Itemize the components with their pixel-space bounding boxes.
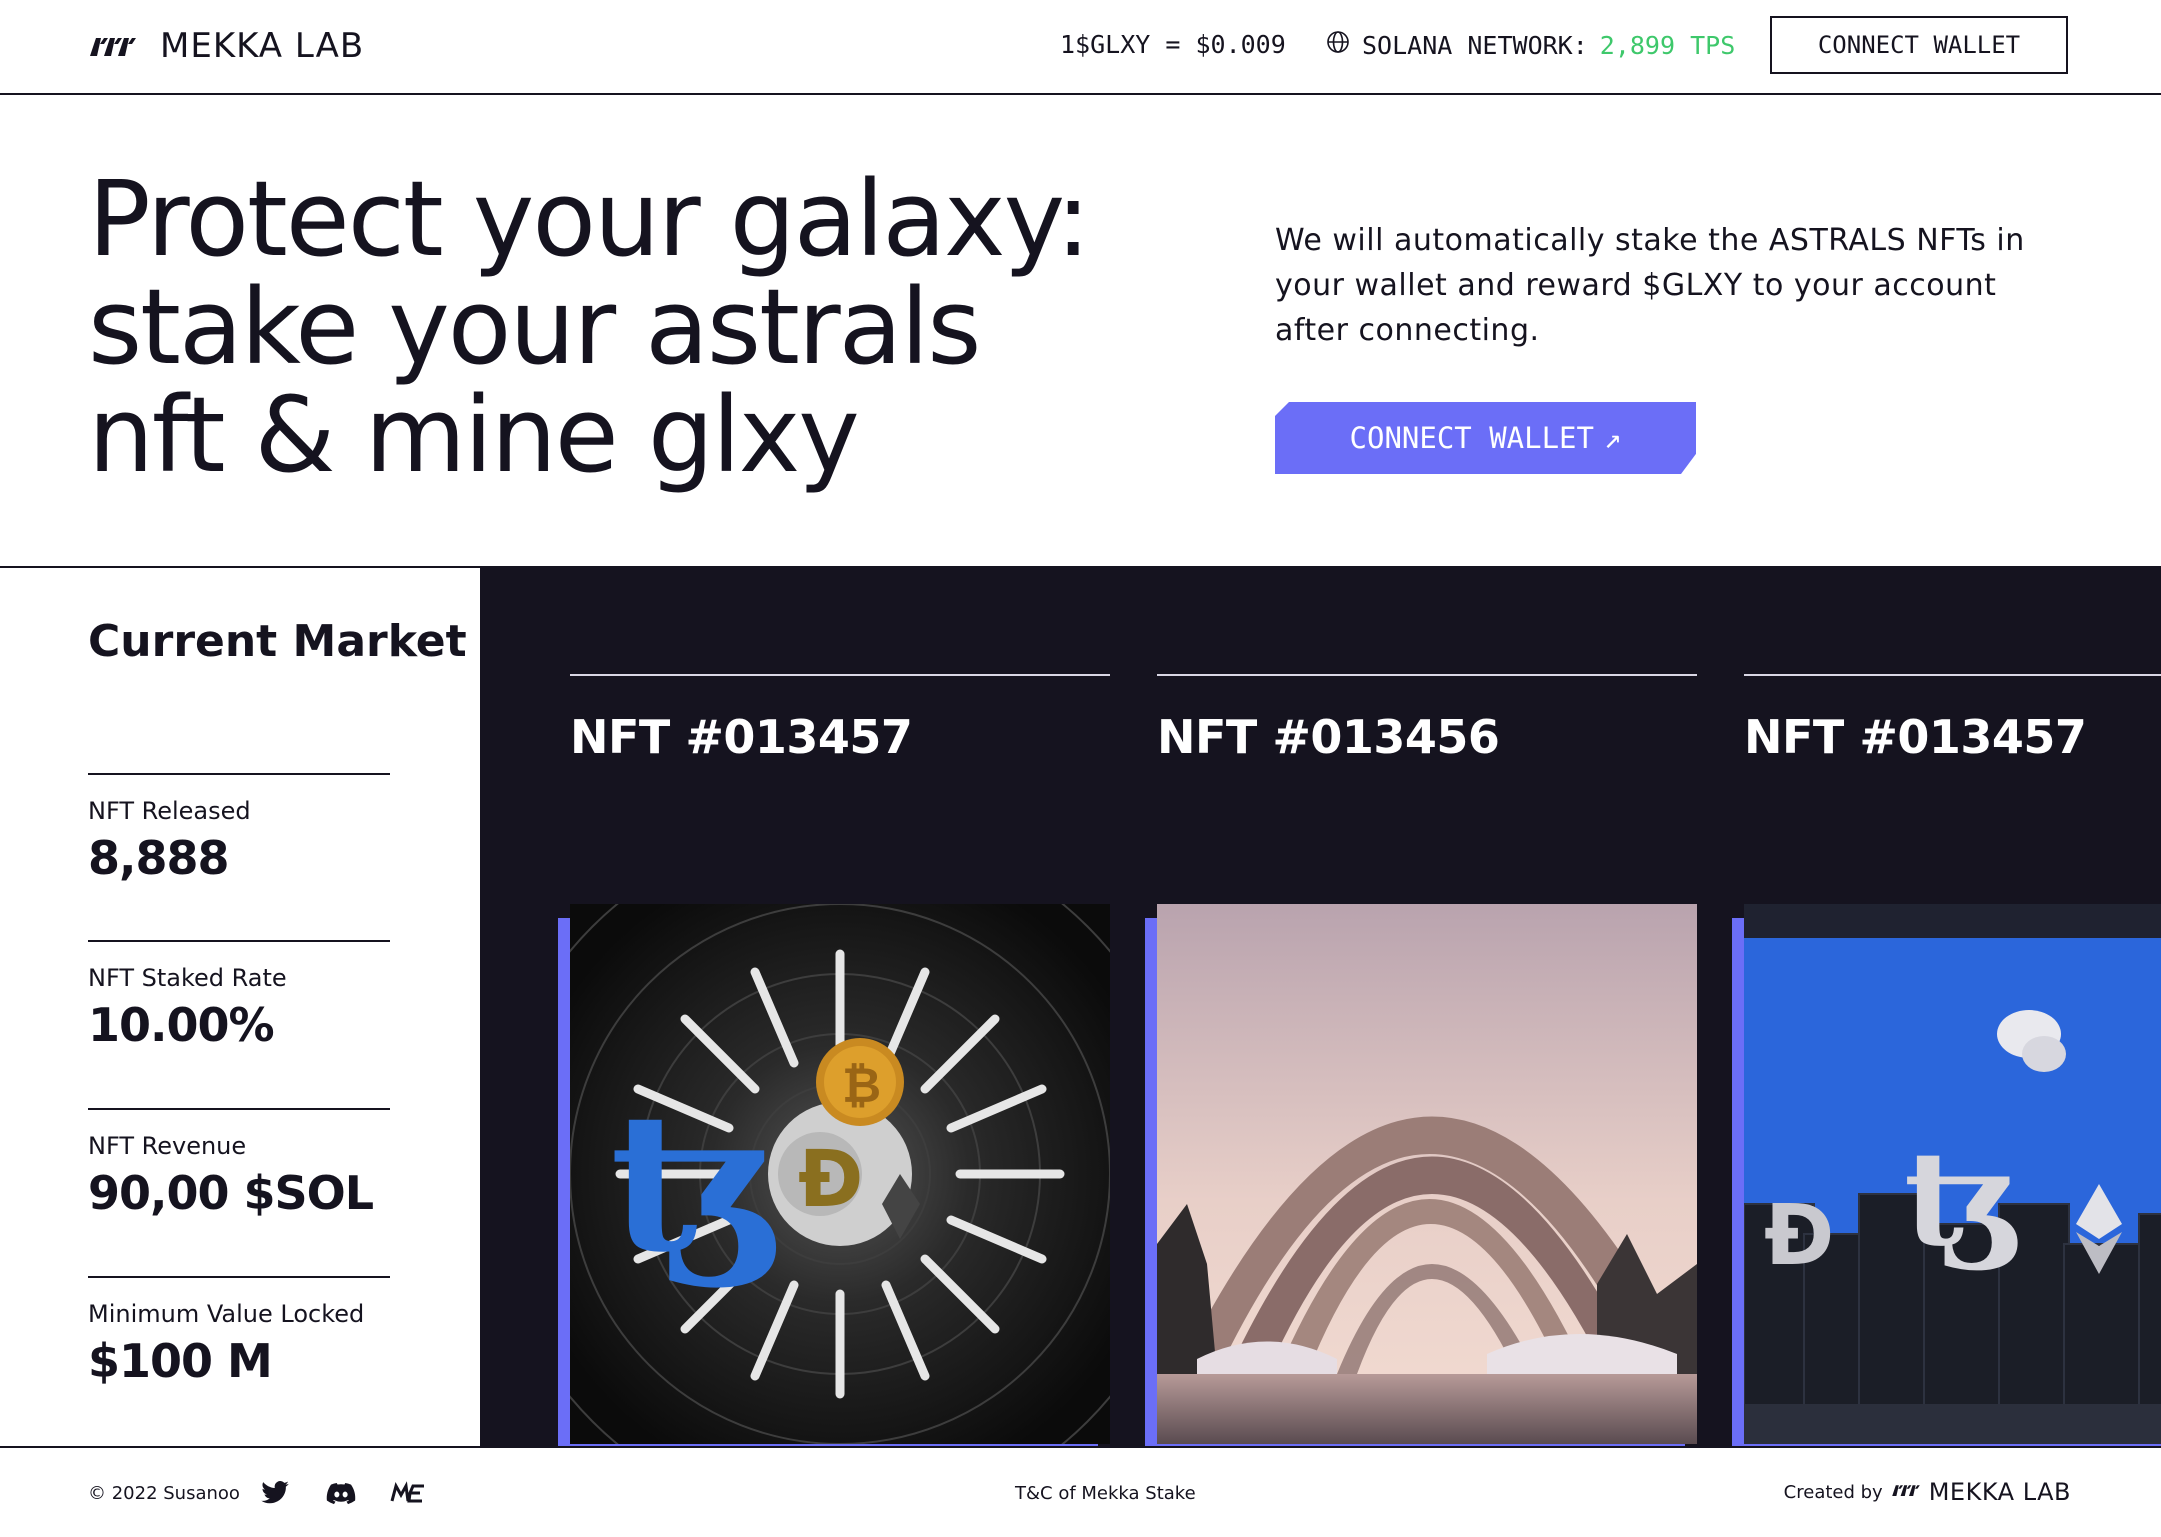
card-divider <box>1157 674 1697 676</box>
mekka-logo-icon <box>88 34 138 58</box>
discord-icon[interactable] <box>326 1478 356 1508</box>
twitter-icon[interactable] <box>260 1478 290 1508</box>
glxy-price: 1$GLXY = $0.009 <box>1060 30 1286 59</box>
svg-text:₿: ₿ <box>842 1058 881 1114</box>
copyright-text: © 2022 Susanoo <box>88 1483 240 1504</box>
brand-name: MEKKA LAB <box>160 26 365 66</box>
terms-link[interactable]: T&C of Mekka Stake <box>1015 1483 1196 1504</box>
stat-value: 10.00% <box>88 998 275 1052</box>
hero-title-line: nft & mine glxy <box>88 374 860 496</box>
stat-staked-rate: NFT Staked Rate 10.00% <box>88 940 390 1052</box>
mekka-logo-icon <box>1891 1482 1921 1503</box>
hero-title-line: stake your astrals <box>88 266 981 388</box>
stat-label: Minimum Value Locked <box>88 1300 365 1328</box>
network-tps: 2,899 TPS <box>1599 30 1736 60</box>
stat-value: $100 M <box>88 1334 273 1388</box>
network-status: SOLANA NETWORK: 2,899 TPS <box>1326 30 1735 60</box>
hero-description: We will automatically stake the ASTRALS … <box>1275 223 2025 348</box>
svg-text:Ð: Ð <box>1764 1186 1834 1284</box>
nft-title: NFT #013457 <box>1744 710 2087 764</box>
magic-eden-icon[interactable] <box>390 1478 426 1508</box>
nft-card[interactable]: NFT #013457 Ð ꜩ <box>1732 674 2161 1446</box>
stat-revenue: NFT Revenue 90,00 $SOL <box>88 1108 390 1220</box>
current-market-panel: Current Market NFT Released 8,888 NFT St… <box>0 566 480 1446</box>
stat-min-value-locked: Minimum Value Locked $100 M <box>88 1276 390 1388</box>
credit-prefix: Created by <box>1783 1481 1883 1503</box>
footer: © 2022 Susanoo T&C of Mekka Stake Create… <box>0 1446 2161 1537</box>
card-divider <box>570 674 1110 676</box>
card-divider <box>1744 674 2161 676</box>
credit-brand: MEKKA LAB <box>1928 1478 2071 1506</box>
svg-text:Ð: Ð <box>798 1135 863 1225</box>
hero-title-line: Protect your galaxy: <box>88 158 1091 280</box>
nft-title: NFT #013457 <box>570 710 913 764</box>
nft-image-crypto-tunnel[interactable]: Ð ₿ ꜩ <box>570 904 1110 1444</box>
hero-title: Protect your galaxy: stake your astrals … <box>88 165 1238 489</box>
nft-title: NFT #013456 <box>1157 710 1500 764</box>
nft-carousel: NFT #013457 Ð ₿ ꜩ NFT #013456 NFT #01345… <box>480 566 2161 1446</box>
nft-image-crypto-city[interactable]: Ð ꜩ <box>1744 904 2161 1444</box>
globe-icon <box>1326 30 1350 60</box>
network-label: SOLANA NETWORK: <box>1362 30 1588 60</box>
nft-card[interactable]: NFT #013457 Ð ₿ ꜩ <box>558 674 1110 1446</box>
stat-value: 90,00 $SOL <box>88 1166 374 1220</box>
svg-text:ꜩ: ꜩ <box>1904 1122 2022 1275</box>
stat-nft-released: NFT Released 8,888 <box>88 773 390 885</box>
stat-label: NFT Revenue <box>88 1132 247 1160</box>
stat-label: NFT Released <box>88 797 251 825</box>
top-header: MEKKA LAB 1$GLXY = $0.009 SOLANA NETWORK… <box>0 0 2161 95</box>
brand-logo[interactable]: MEKKA LAB <box>88 26 364 66</box>
nft-card[interactable]: NFT #013456 <box>1145 674 1697 1446</box>
credit[interactable]: Created by MEKKA LAB <box>1784 1478 2071 1506</box>
nft-image-stone-arches[interactable] <box>1157 904 1697 1444</box>
arrow-up-right-icon: ↗ <box>1603 421 1622 455</box>
stat-label: NFT Staked Rate <box>88 964 287 992</box>
hero-connect-wallet-button[interactable]: CONNECT WALLET ↗ <box>1275 402 1696 474</box>
header-connect-wallet-button[interactable]: CONNECT WALLET <box>1770 16 2068 74</box>
market-title: Current Market <box>88 616 467 667</box>
svg-text:ꜩ: ꜩ <box>610 1071 783 1294</box>
hero-cta-label: CONNECT WALLET <box>1349 421 1594 455</box>
stat-value: 8,888 <box>88 831 230 885</box>
